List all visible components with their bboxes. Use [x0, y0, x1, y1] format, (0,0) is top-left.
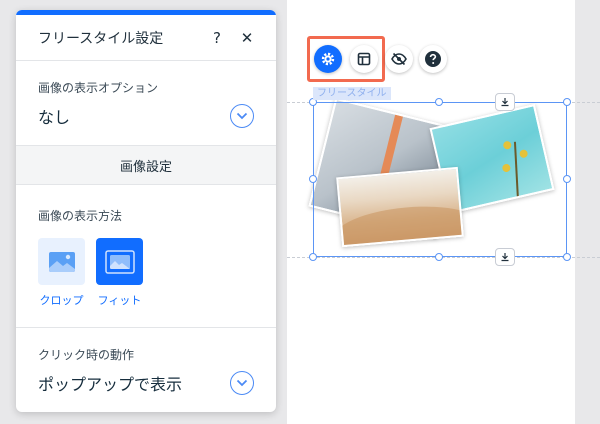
hide-icon [391, 52, 407, 66]
display-method-label: 画像の表示方法 [38, 209, 123, 223]
display-option-section: 画像の表示オプション なし [16, 61, 276, 145]
chevron-down-icon[interactable] [230, 104, 254, 128]
resize-handle-l[interactable] [309, 175, 317, 183]
selection-box[interactable] [313, 102, 567, 257]
layout-icon [357, 52, 371, 66]
resize-handle-t[interactable] [435, 98, 443, 106]
click-action-section: クリック時の動作 ポップアップで表示 [16, 328, 276, 395]
click-action-dropdown[interactable]: ポップアップで表示 [38, 371, 254, 395]
download-anchor-icon-bottom[interactable] [495, 248, 515, 266]
gear-icon [321, 52, 335, 66]
layout-button[interactable] [350, 45, 378, 73]
display-option-dropdown[interactable]: なし [38, 104, 254, 128]
fit-option-label[interactable]: フィット [96, 292, 143, 308]
resize-handle-tr[interactable] [563, 98, 571, 106]
click-action-value: ポップアップで表示 [38, 375, 183, 394]
display-method-section: 画像の表示方法 クロップ フィット [16, 185, 276, 327]
resize-handle-bl[interactable] [309, 253, 317, 261]
resize-handle-b[interactable] [435, 253, 443, 261]
crop-option-label[interactable]: クロップ [38, 292, 85, 308]
panel-title: フリースタイル設定 [38, 30, 164, 47]
guide-line-bottom [287, 257, 600, 258]
resize-handle-br[interactable] [563, 253, 571, 261]
help-button[interactable] [419, 45, 447, 73]
image-settings-band: 画像設定 [16, 145, 276, 185]
close-icon[interactable]: ✕ [236, 27, 258, 49]
chevron-down-icon[interactable] [230, 371, 254, 395]
crop-image-icon [48, 251, 75, 272]
help-icon[interactable]: ? [206, 27, 228, 49]
download-anchor-icon-top[interactable] [495, 93, 515, 111]
display-option-value: なし [38, 108, 71, 127]
display-option-label: 画像の表示オプション [38, 81, 159, 95]
crop-option-button[interactable] [38, 238, 85, 285]
help-icon [425, 51, 441, 67]
hide-button[interactable] [385, 45, 413, 73]
resize-handle-r[interactable] [563, 175, 571, 183]
freestyle-settings-panel: フリースタイル設定 ? ✕ 画像の表示オプション なし 画像設定 画像の表示方法 [16, 10, 276, 412]
selection-label: フリースタイル [313, 87, 391, 100]
panel-header: フリースタイル設定 ? ✕ [16, 15, 276, 61]
fit-image-icon [104, 249, 135, 274]
click-action-label: クリック時の動作 [38, 348, 135, 362]
fit-option-button[interactable] [96, 238, 143, 285]
settings-button[interactable] [314, 45, 342, 73]
